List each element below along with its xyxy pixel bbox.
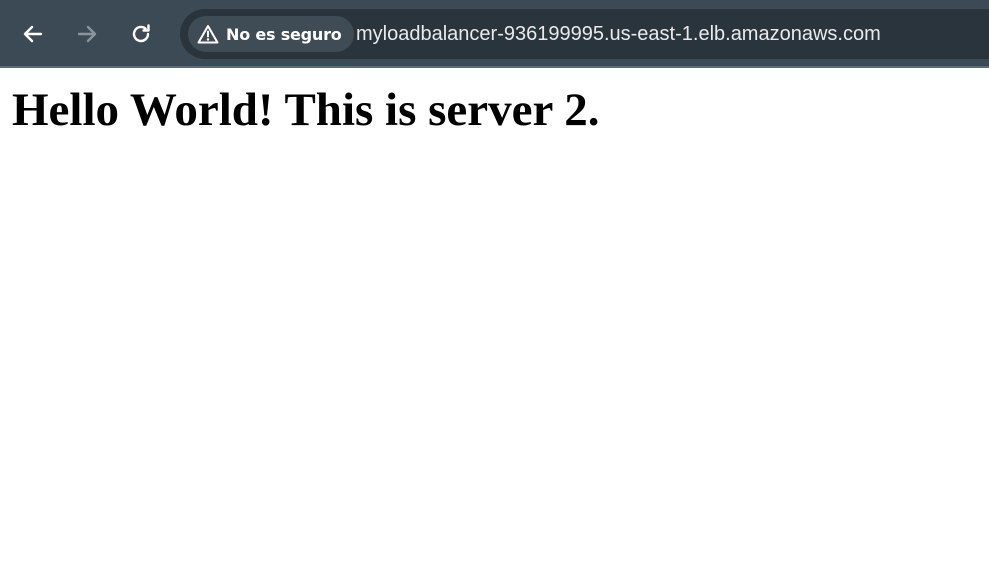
security-indicator[interactable]: No es seguro — [188, 16, 354, 52]
page-heading: Hello World! This is server 2. — [12, 84, 600, 136]
forward-button[interactable] — [67, 14, 107, 54]
address-bar[interactable]: No es seguro myloadbalancer-936199995.us… — [180, 9, 989, 59]
url-text[interactable]: myloadbalancer-936199995.us-east-1.elb.a… — [356, 9, 881, 59]
arrow-left-icon — [23, 25, 43, 43]
reload-icon — [132, 24, 150, 43]
back-button[interactable] — [13, 14, 53, 54]
page-content: Hello World! This is server 2. — [0, 70, 989, 581]
arrow-right-icon — [77, 25, 97, 43]
warning-triangle-icon — [197, 25, 219, 44]
security-label: No es seguro — [226, 24, 342, 44]
reload-button[interactable] — [121, 14, 161, 54]
browser-toolbar: No es seguro myloadbalancer-936199995.us… — [0, 0, 989, 68]
